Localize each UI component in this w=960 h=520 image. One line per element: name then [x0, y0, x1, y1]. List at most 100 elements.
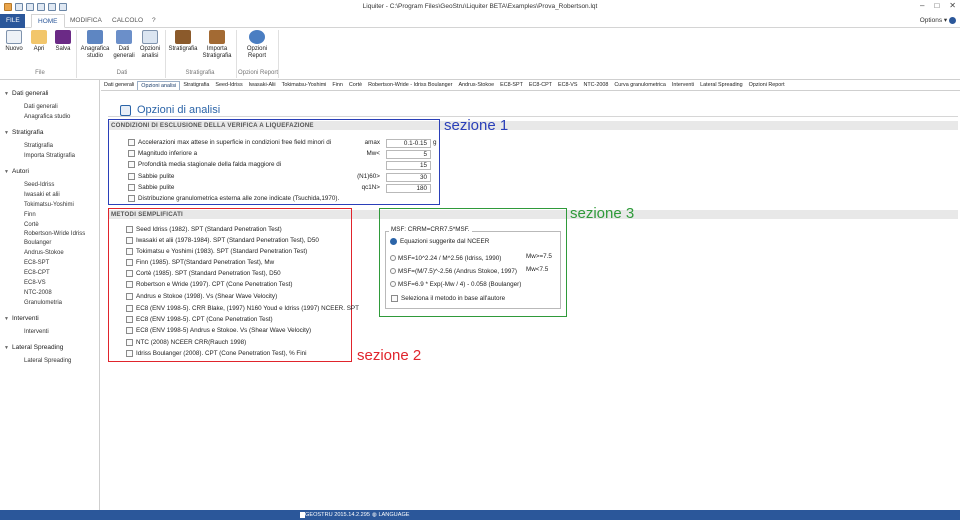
checkbox[interactable]	[126, 349, 133, 357]
sidebar-item-finn[interactable]: Finn	[0, 210, 99, 220]
sidebar-item-dati-generali[interactable]: Dati generali	[0, 102, 99, 112]
close-button[interactable]: ✕	[949, 1, 956, 10]
minimize-button[interactable]: –	[920, 1, 924, 10]
general-data-button[interactable]: Dati generali	[113, 30, 135, 60]
anagraphic-button[interactable]: Anagrafica studio	[79, 30, 111, 60]
exclusion-row-sabbie-n160[interactable]: Sabbie pulite	[128, 172, 174, 182]
tab-modifica[interactable]: MODIFICA	[64, 14, 108, 28]
falda-input[interactable]: 15	[386, 161, 431, 170]
tab-opzioni-report[interactable]: Opzioni Report	[746, 81, 788, 90]
tab-interventi[interactable]: Interventi	[669, 81, 697, 90]
tab-iwasaki-alii[interactable]: Iwasaki-Alii	[246, 81, 279, 90]
tab-file[interactable]: FILE	[0, 14, 25, 28]
exclusion-row-falda[interactable]: Profondità media stagionale della falda …	[128, 160, 281, 170]
checkbox[interactable]	[128, 172, 135, 180]
tab-andrus-stokoe[interactable]: Andrus-Stokoe	[455, 81, 497, 90]
method-seed-idriss[interactable]: Seed Idriss (1982). SPT (Standard Penetr…	[126, 225, 282, 235]
radio[interactable]	[390, 268, 396, 275]
tab-tokimatsu-yoshimi[interactable]: Tokimatsu-Yoshimi	[279, 81, 330, 90]
method-ntc-2008[interactable]: NTC (2008) NCEER CRR(Rauch 1998)	[126, 338, 246, 348]
import-stratigraphy-button[interactable]: Importa Stratigrafia	[201, 30, 233, 60]
tab-opzioni-analisi[interactable]: Opzioni analisi	[137, 81, 181, 90]
analysis-options-button[interactable]: Opzioni analisi	[138, 30, 162, 60]
sidebar-item-corte[interactable]: Cortè	[0, 220, 99, 230]
tab-help[interactable]: ?	[146, 14, 162, 28]
magnitudo-input[interactable]: 5	[386, 150, 431, 159]
sidebar-item-iwasaki[interactable]: Iwasaki et alii	[0, 190, 99, 200]
checkbox[interactable]	[128, 183, 135, 191]
options-menu[interactable]: Options ▾	[920, 14, 956, 28]
sidebar-section-autori[interactable]: ▼ Autori	[0, 166, 99, 177]
checkbox[interactable]	[126, 236, 133, 244]
sidebar-item-tokimatsu[interactable]: Tokimatsu-Yoshimi	[0, 200, 99, 210]
sidebar-item-stratigrafia[interactable]: Stratigrafia	[0, 141, 99, 151]
method-iwasaki[interactable]: Iwasaki et alii (1978-1984). SPT (Standa…	[126, 236, 319, 246]
checkbox[interactable]	[128, 160, 135, 168]
msf-option-andrus[interactable]: MSF=(M/7.5)^-2.56 (Andrus Stokoe, 1997)	[390, 267, 517, 277]
stratigraphy-button[interactable]: Stratigrafia	[167, 30, 199, 53]
method-idriss-boulanger[interactable]: Idriss Boulanger (2008). CPT (Cone Penet…	[126, 349, 307, 359]
checkbox[interactable]	[126, 247, 133, 255]
checkbox[interactable]	[126, 304, 133, 312]
tab-ntc-2008[interactable]: NTC-2008	[580, 81, 611, 90]
save-button[interactable]: Salva	[53, 30, 73, 53]
sidebar-item-granulometria[interactable]: Granulometria	[0, 298, 99, 308]
checkbox[interactable]	[128, 138, 135, 146]
sidebar-item-importa-stratigrafia[interactable]: Importa Stratigrafia	[0, 151, 99, 161]
msf-option-idriss[interactable]: MSF=10^2.24 / M^2.56 (Idriss, 1990)	[390, 254, 501, 264]
amax-input[interactable]: 0.1-0.15	[386, 139, 431, 148]
tab-corte[interactable]: Cortè	[346, 81, 365, 90]
method-ec8-cpt[interactable]: EC8 (ENV 1998-5). CPT (Cone Penetration …	[126, 315, 273, 325]
checkbox[interactable]	[126, 326, 133, 334]
n160-input[interactable]: 30	[386, 173, 431, 182]
tab-calcolo[interactable]: CALCOLO	[106, 14, 149, 28]
tab-robertson-wride[interactable]: Robertson-Wride - Idriss Boulanger	[365, 81, 455, 90]
sidebar-item-ec8-cpt[interactable]: EC8-CPT	[0, 268, 99, 278]
checkbox[interactable]	[391, 294, 398, 302]
open-button[interactable]: Apri	[29, 30, 49, 53]
tab-stratigrafia[interactable]: Stratigrafia	[180, 81, 212, 90]
sidebar-item-ec8-vs[interactable]: EC8-VS	[0, 278, 99, 288]
tab-home[interactable]: HOME	[31, 14, 65, 28]
radio[interactable]	[390, 255, 396, 262]
checkbox[interactable]	[126, 338, 133, 346]
method-ec8-spt[interactable]: EC8 (ENV 1998-5). CRR Blake, (1997) N160…	[126, 304, 359, 314]
sidebar-item-ntc-2008[interactable]: NTC-2008	[0, 288, 99, 298]
tab-dati-generali[interactable]: Dati generali	[101, 81, 137, 90]
sidebar-section-dati-generali[interactable]: ▼ Dati generali	[0, 88, 99, 99]
msf-option-boulanger[interactable]: MSF=6.9 * Exp(-Mw / 4) - 0.058 (Boulange…	[390, 280, 521, 290]
language-button[interactable]: ◍ LANGUAGE	[372, 510, 410, 520]
method-tokimatsu[interactable]: Tokimatsu e Yoshimi (1983). SPT (Standar…	[126, 247, 307, 257]
checkbox[interactable]	[126, 280, 133, 288]
tab-seed-idriss[interactable]: Seed-Idriss	[212, 81, 245, 90]
sidebar-section-interventi[interactable]: ▼ Interventi	[0, 313, 99, 324]
method-andrus-stokoe[interactable]: Andrus e Stokoe (1998). Vs (Shear Wave V…	[126, 292, 277, 302]
checkbox[interactable]	[126, 258, 133, 266]
checkbox[interactable]	[128, 194, 135, 202]
exclusion-row-magnitudo[interactable]: Magnitudo inferiore a	[128, 149, 197, 159]
help-icon[interactable]	[949, 16, 956, 24]
tab-finn[interactable]: Finn	[329, 81, 346, 90]
auto-method-checkbox[interactable]: Seleziona il metodo in base all'autore	[391, 294, 505, 304]
checkbox[interactable]	[126, 269, 133, 277]
tab-lateral-spreading[interactable]: Lateral Spreading	[697, 81, 746, 90]
exclusion-row-sabbie-qc1n[interactable]: Sabbie pulite	[128, 183, 174, 193]
tab-curva-granulometrica[interactable]: Curva granulometrica	[611, 81, 669, 90]
tab-ec8-cpt[interactable]: EC8-CPT	[526, 81, 555, 90]
new-button[interactable]: Nuovo	[4, 30, 24, 53]
exclusion-row-tsuchida[interactable]: Distribuzione granulometrica esterna all…	[128, 194, 339, 204]
tab-ec8-vs[interactable]: EC8-VS	[555, 81, 580, 90]
exclusion-row-amax[interactable]: Accelerazioni max attese in superficie i…	[128, 138, 331, 148]
checkbox[interactable]	[126, 292, 133, 300]
maximize-button[interactable]: □	[934, 1, 939, 10]
radio[interactable]	[390, 281, 396, 288]
report-options-button[interactable]: Opzioni Report	[240, 30, 274, 60]
checkbox[interactable]	[128, 149, 135, 157]
sidebar-item-ec8-spt[interactable]: EC8-SPT	[0, 258, 99, 268]
method-robertson-wride[interactable]: Robertson e Wride (1997). CPT (Cone Pene…	[126, 280, 292, 290]
sidebar-section-stratigrafia[interactable]: ▼ Stratigrafia	[0, 127, 99, 138]
method-corte[interactable]: Cortè (1985). SPT (Standard Penetration …	[126, 269, 281, 279]
tab-ec8-spt[interactable]: EC8-SPT	[497, 81, 526, 90]
checkbox[interactable]	[126, 225, 133, 233]
method-ec8-vs[interactable]: EC8 (ENV 1998-5) Andrus e Stokoe. Vs (Sh…	[126, 326, 311, 336]
